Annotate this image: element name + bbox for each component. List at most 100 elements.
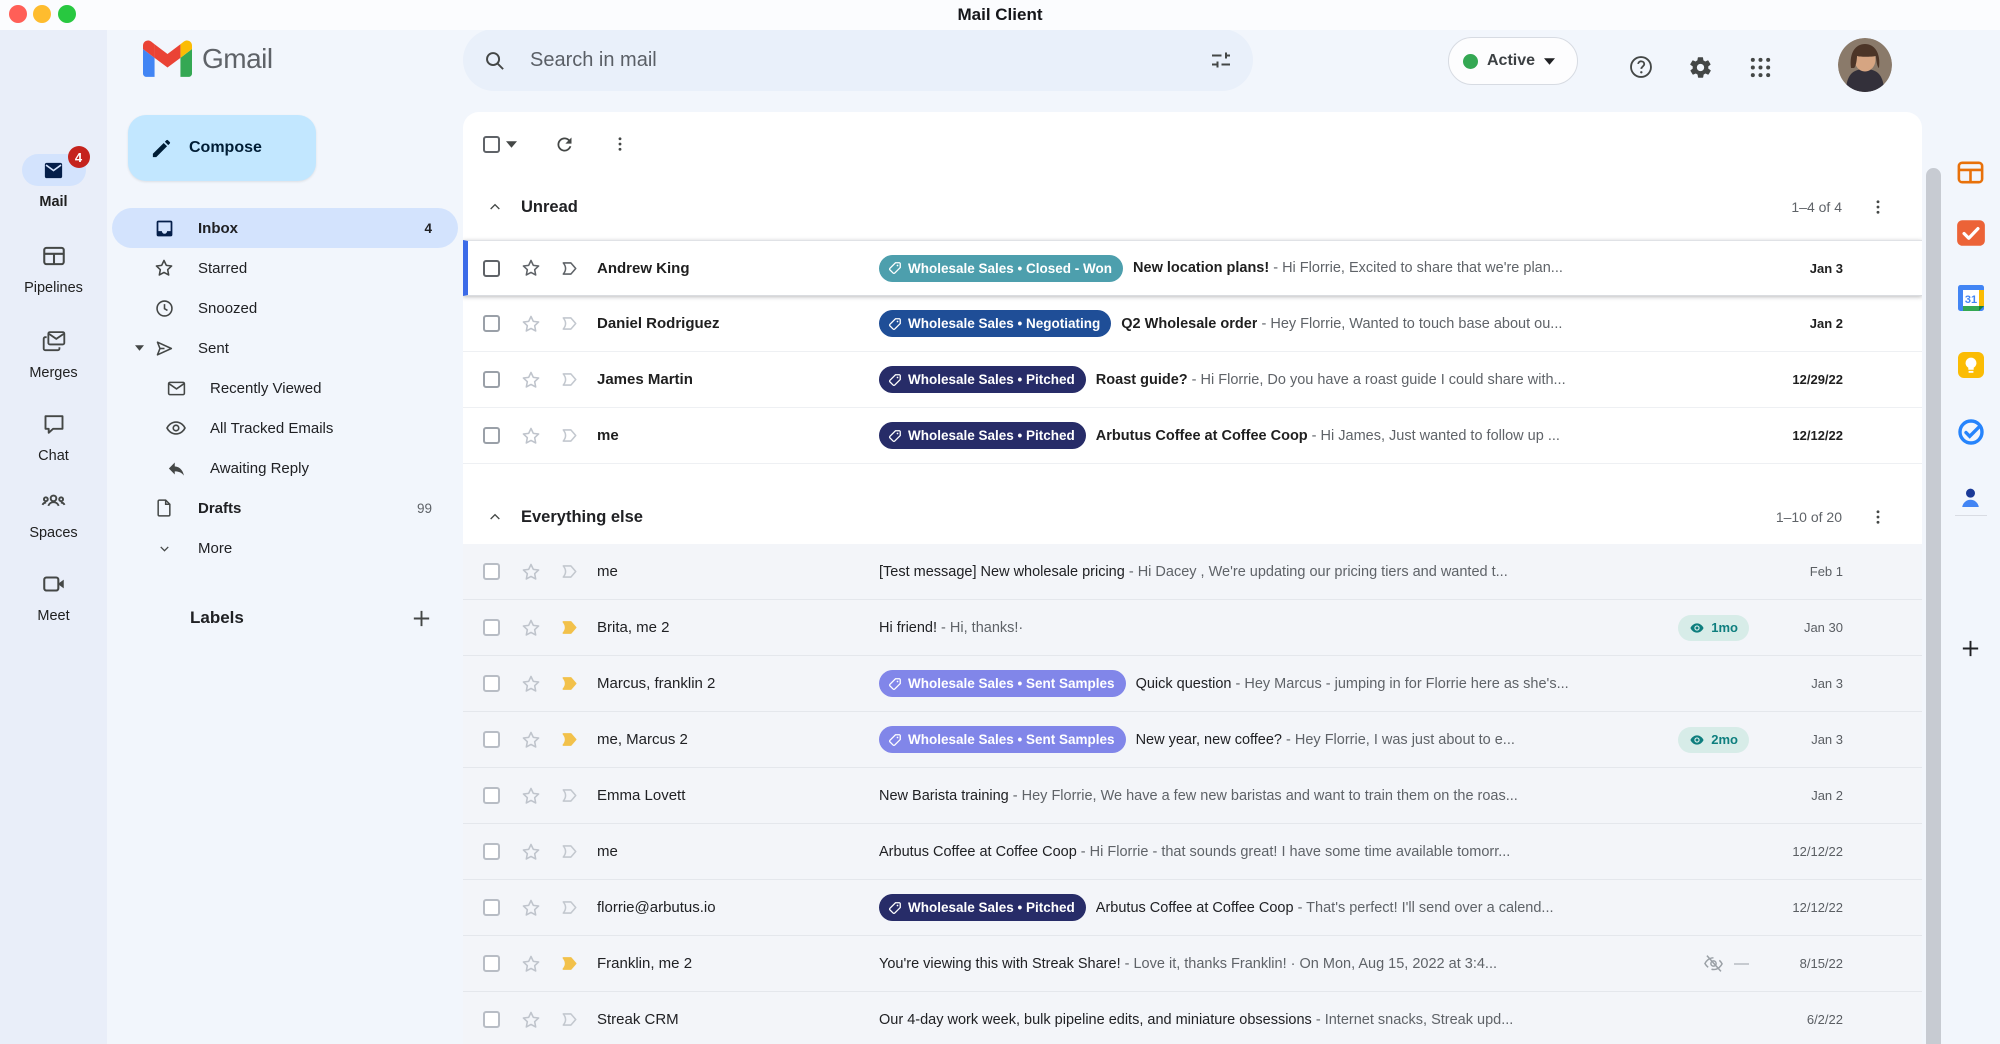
rail-item-chat[interactable]: Chat bbox=[0, 408, 107, 464]
star-icon[interactable] bbox=[520, 1009, 542, 1031]
rail-item-meet[interactable]: Meet bbox=[0, 568, 107, 624]
rail-item-pipelines[interactable]: Pipelines bbox=[0, 240, 107, 296]
sidebar-item-recently-viewed[interactable]: Recently Viewed bbox=[112, 368, 458, 408]
email-checkbox[interactable] bbox=[483, 315, 500, 332]
email-checkbox[interactable] bbox=[483, 563, 500, 580]
email-row[interactable]: me[Test message] New wholesale pricing -… bbox=[463, 544, 1922, 600]
star-icon[interactable] bbox=[520, 785, 542, 807]
email-checkbox[interactable] bbox=[483, 787, 500, 804]
star-icon[interactable] bbox=[520, 369, 542, 391]
importance-marker-icon[interactable] bbox=[558, 424, 581, 447]
tasks-button[interactable] bbox=[1951, 412, 1991, 452]
email-row[interactable]: Brita, me 2Hi friend! - Hi, thanks!·1moJ… bbox=[463, 600, 1922, 656]
email-row[interactable]: Emma LovettNew Barista training - Hey Fl… bbox=[463, 768, 1922, 824]
pipeline-stage-badge[interactable]: Wholesale Sales • Closed - Won bbox=[879, 255, 1123, 282]
star-icon[interactable] bbox=[520, 841, 542, 863]
calendar-button[interactable]: 31 bbox=[1951, 278, 1991, 318]
select-caret-icon[interactable] bbox=[506, 141, 517, 148]
settings-button[interactable] bbox=[1682, 49, 1718, 85]
avatar[interactable] bbox=[1838, 38, 1892, 92]
email-checkbox[interactable] bbox=[483, 899, 500, 916]
importance-marker-icon[interactable] bbox=[558, 616, 581, 639]
scrollbar[interactable] bbox=[1926, 168, 1941, 1044]
email-row[interactable]: Andrew KingWholesale Sales • Closed - Wo… bbox=[463, 240, 1922, 296]
star-icon[interactable] bbox=[520, 257, 542, 279]
star-icon[interactable] bbox=[520, 313, 542, 335]
keep-button[interactable] bbox=[1951, 345, 1991, 385]
search-icon[interactable] bbox=[483, 49, 506, 72]
importance-marker-icon[interactable] bbox=[558, 560, 581, 583]
sidebar-item-all-tracked[interactable]: All Tracked Emails bbox=[112, 408, 458, 448]
sidebar-item-inbox[interactable]: Inbox4 bbox=[112, 208, 458, 248]
email-checkbox[interactable] bbox=[483, 619, 500, 636]
section-menu-button[interactable] bbox=[1864, 193, 1892, 221]
help-button[interactable] bbox=[1623, 49, 1659, 85]
importance-marker-icon[interactable] bbox=[558, 952, 581, 975]
star-icon[interactable] bbox=[520, 617, 542, 639]
star-icon[interactable] bbox=[520, 673, 542, 695]
email-checkbox[interactable] bbox=[483, 955, 500, 972]
rail-item-spaces[interactable]: Spaces bbox=[0, 485, 107, 541]
email-checkbox[interactable] bbox=[483, 427, 500, 444]
get-addons-button[interactable] bbox=[1951, 628, 1991, 668]
apps-grid-button[interactable] bbox=[1742, 49, 1778, 85]
importance-marker-icon[interactable] bbox=[558, 368, 581, 391]
sidebar-item-more[interactable]: More bbox=[112, 528, 458, 568]
pipeline-stage-badge[interactable]: Wholesale Sales • Negotiating bbox=[879, 310, 1111, 337]
rail-item-mail[interactable]: 4Mail bbox=[0, 154, 107, 210]
sidebar-item-starred[interactable]: Starred bbox=[112, 248, 458, 288]
email-row[interactable]: Daniel RodriguezWholesale Sales • Negoti… bbox=[463, 296, 1922, 352]
star-icon[interactable] bbox=[520, 729, 542, 751]
sidebar-item-snoozed[interactable]: Snoozed bbox=[112, 288, 458, 328]
email-row[interactable]: Streak CRMOur 4-day work week, bulk pipe… bbox=[463, 992, 1922, 1044]
importance-marker-icon[interactable] bbox=[558, 896, 581, 919]
star-icon[interactable] bbox=[520, 425, 542, 447]
star-icon[interactable] bbox=[520, 561, 542, 583]
contacts-button[interactable] bbox=[1951, 477, 1991, 517]
star-icon[interactable] bbox=[520, 897, 542, 919]
rail-item-merges[interactable]: Merges bbox=[0, 325, 107, 381]
importance-marker-icon[interactable] bbox=[558, 257, 581, 280]
search-options-icon[interactable] bbox=[1209, 48, 1233, 72]
sidebar-item-drafts[interactable]: Drafts99 bbox=[112, 488, 458, 528]
collapse-chevron-icon[interactable] bbox=[483, 199, 507, 215]
pipeline-stage-badge[interactable]: Wholesale Sales • Sent Samples bbox=[879, 726, 1126, 753]
more-button[interactable] bbox=[603, 127, 637, 161]
email-row[interactable]: meArbutus Coffee at Coffee Coop - Hi Flo… bbox=[463, 824, 1922, 880]
search-bar[interactable] bbox=[463, 29, 1253, 91]
email-row[interactable]: James MartinWholesale Sales • PitchedRoa… bbox=[463, 352, 1922, 408]
streak-pipelines-button[interactable] bbox=[1951, 152, 1991, 192]
pipeline-stage-badge[interactable]: Wholesale Sales • Pitched bbox=[879, 894, 1086, 921]
section-menu-button[interactable] bbox=[1864, 503, 1892, 531]
importance-marker-icon[interactable] bbox=[558, 728, 581, 751]
select-all-checkbox[interactable] bbox=[483, 136, 500, 153]
sidebar-item-sent[interactable]: Sent bbox=[112, 328, 458, 368]
add-label-button[interactable] bbox=[406, 603, 436, 633]
email-row[interactable]: Franklin, me 2You're viewing this with S… bbox=[463, 936, 1922, 992]
email-checkbox[interactable] bbox=[483, 1011, 500, 1028]
status-dropdown[interactable]: Active bbox=[1448, 37, 1578, 85]
email-row[interactable]: meWholesale Sales • PitchedArbutus Coffe… bbox=[463, 408, 1922, 464]
refresh-button[interactable] bbox=[547, 127, 581, 161]
compose-button[interactable]: Compose bbox=[128, 115, 316, 181]
email-row[interactable]: florrie@arbutus.ioWholesale Sales • Pitc… bbox=[463, 880, 1922, 936]
importance-marker-icon[interactable] bbox=[558, 312, 581, 335]
email-checkbox[interactable] bbox=[483, 371, 500, 388]
streak-tracking-button[interactable] bbox=[1951, 213, 1991, 253]
email-checkbox[interactable] bbox=[483, 731, 500, 748]
search-input[interactable] bbox=[528, 48, 1209, 73]
pipeline-stage-badge[interactable]: Wholesale Sales • Pitched bbox=[879, 366, 1086, 393]
pipeline-stage-badge[interactable]: Wholesale Sales • Pitched bbox=[879, 422, 1086, 449]
importance-marker-icon[interactable] bbox=[558, 840, 581, 863]
email-checkbox[interactable] bbox=[483, 843, 500, 860]
sidebar-item-awaiting-reply[interactable]: Awaiting Reply bbox=[112, 448, 458, 488]
star-icon[interactable] bbox=[520, 953, 542, 975]
importance-marker-icon[interactable] bbox=[558, 1008, 581, 1031]
pipeline-stage-badge[interactable]: Wholesale Sales • Sent Samples bbox=[879, 670, 1126, 697]
collapse-chevron-icon[interactable] bbox=[483, 509, 507, 525]
email-checkbox[interactable] bbox=[483, 675, 500, 692]
importance-marker-icon[interactable] bbox=[558, 672, 581, 695]
collapse-triangle-icon[interactable] bbox=[127, 345, 151, 351]
email-checkbox[interactable] bbox=[483, 260, 500, 277]
importance-marker-icon[interactable] bbox=[558, 784, 581, 807]
